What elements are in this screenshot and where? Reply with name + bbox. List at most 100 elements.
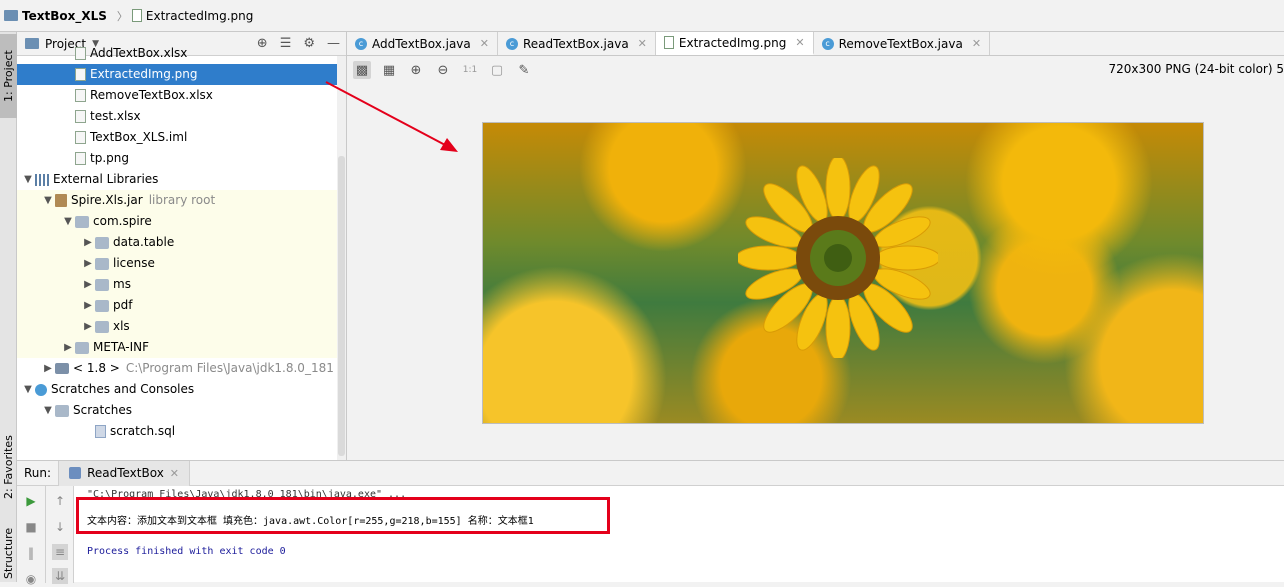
project-scrollbar[interactable]: [337, 56, 346, 460]
stop-icon[interactable]: ■: [23, 519, 39, 535]
project-tree: AddTextBox.xlsx ExtractedImg.png RemoveTex…: [17, 43, 346, 442]
close-icon[interactable]: ✕: [170, 467, 179, 480]
fit-zoom-icon[interactable]: ▢: [488, 61, 506, 79]
tree-item-label: < 1.8 >: [73, 361, 120, 375]
chevron-right-icon[interactable]: ▶: [61, 337, 75, 358]
tree-item[interactable]: TextBox_XLS.iml: [17, 127, 346, 148]
tree-item[interactable]: test.xlsx: [17, 106, 346, 127]
color-picker-icon[interactable]: ✎: [515, 61, 533, 79]
tab-structure-tool[interactable]: Structure: [0, 524, 17, 582]
chevron-right-icon[interactable]: ▶: [81, 253, 95, 274]
tree-item[interactable]: ▶ pdf: [17, 295, 346, 316]
tree-item[interactable]: ▶ < 1.8 > C:\Program Files\Java\jdk1.8.0_1…: [17, 358, 346, 379]
close-icon[interactable]: ✕: [972, 37, 981, 50]
file-icon: [75, 47, 86, 60]
pkg-icon: [75, 215, 89, 228]
pkg-icon: [75, 341, 89, 354]
zoom-in-icon[interactable]: ⊕: [407, 61, 425, 79]
close-icon[interactable]: ✕: [638, 37, 647, 50]
editor-tab-label: ExtractedImg.png: [678, 35, 787, 50]
camera-icon[interactable]: ◉: [23, 571, 39, 587]
tab-project-tool-label: 1: Project: [2, 50, 15, 102]
tree-item[interactable]: ▶ META-INF: [17, 337, 346, 358]
jdk-icon: [55, 363, 69, 374]
chevron-down-icon[interactable]: ▼: [41, 190, 55, 211]
tree-item-label: tp.png: [90, 151, 129, 165]
pause-icon[interactable]: ‖: [23, 545, 39, 561]
zoom-out-icon[interactable]: ⊖: [434, 61, 452, 79]
chevron-right-icon[interactable]: ▶: [81, 316, 95, 337]
actual-size-button[interactable]: 1:1: [461, 61, 479, 79]
tree-item[interactable]: scratch.sql: [17, 421, 346, 442]
editor-tab-label: ReadTextBox.java: [522, 36, 629, 51]
chevron-down-icon[interactable]: ▼: [41, 400, 55, 421]
tree-item[interactable]: ▶ ms: [17, 274, 346, 295]
scrollbar-thumb[interactable]: [338, 156, 345, 456]
tree-item[interactable]: ▼ Spire.Xls.jar library root: [17, 190, 346, 211]
chessboard-icon[interactable]: ▩: [353, 61, 371, 79]
java-class-icon: c: [821, 37, 834, 50]
tree-item-label: External Libraries: [53, 172, 159, 186]
sunflower-graphic: [738, 158, 938, 358]
tree-item[interactable]: AddTextBox.xlsx: [17, 43, 346, 64]
tab-favorites-tool[interactable]: 2: Favorites: [0, 428, 17, 506]
tree-item-label: license: [113, 256, 155, 270]
breadcrumb-project[interactable]: TextBox_XLS: [4, 9, 107, 23]
tree-item[interactable]: ExtractedImg.png: [17, 64, 346, 85]
grid-icon[interactable]: ▦: [380, 61, 398, 79]
tree-item[interactable]: ▼ Scratches and Consoles: [17, 379, 346, 400]
folder-icon: [4, 10, 18, 21]
tree-item[interactable]: ▶ xls: [17, 316, 346, 337]
tree-item[interactable]: RemoveTextBox.xlsx: [17, 85, 346, 106]
tree-item-label: AddTextBox.xlsx: [90, 46, 188, 60]
tree-item[interactable]: ▼ com.spire: [17, 211, 346, 232]
tree-item[interactable]: ▼ External Libraries: [17, 169, 346, 190]
tree-item[interactable]: tp.png: [17, 148, 346, 169]
chevron-right-icon[interactable]: ▶: [81, 295, 95, 316]
down-arrow-icon[interactable]: ↓: [52, 519, 68, 535]
editor-tab[interactable]: c RemoveTextBox.java ✕: [814, 32, 991, 55]
console-result-line: 文本内容：添加文本到文本框 填充色：java.awt.Color[r=255,g…: [87, 516, 534, 527]
chevron-right-icon[interactable]: ▶: [81, 232, 95, 253]
chevron-down-icon[interactable]: ▼: [61, 211, 75, 232]
tree-item-label: com.spire: [93, 214, 152, 228]
tree-item[interactable]: ▼ Scratches: [17, 400, 346, 421]
tree-item-label: data.table: [113, 235, 175, 249]
soft-wrap-icon[interactable]: ≡: [52, 544, 68, 560]
file-icon: [75, 152, 86, 165]
chevron-right-icon[interactable]: ▶: [41, 358, 55, 379]
project-panel: Project ▼ ⊕ ☰ ⚙ — AddTextBox.xlsx Extract…: [17, 32, 347, 460]
close-icon[interactable]: ✕: [480, 37, 489, 50]
breadcrumb-separator: 〉: [116, 9, 128, 23]
chevron-down-icon[interactable]: ▼: [21, 169, 35, 190]
jar-icon: [55, 194, 67, 207]
tab-project-tool[interactable]: 1: Project: [0, 34, 17, 118]
tree-item-label: ms: [113, 277, 131, 291]
file-icon: [75, 68, 86, 81]
editor-tab[interactable]: c ReadTextBox.java ✕: [498, 32, 656, 55]
run-tab-label: ReadTextBox: [87, 466, 164, 480]
breadcrumb-file[interactable]: ExtractedImg.png: [131, 8, 254, 23]
breadcrumb-file-label: ExtractedImg.png: [145, 8, 254, 23]
console-exit-line: Process finished with exit code 0: [87, 546, 286, 557]
tree-item-label: TextBox_XLS.iml: [90, 130, 188, 144]
tree-item[interactable]: ▶ data.table: [17, 232, 346, 253]
close-icon[interactable]: ✕: [795, 36, 804, 49]
tree-item-label: META-INF: [93, 340, 150, 354]
play-icon[interactable]: ▶: [23, 493, 39, 509]
run-label: Run:: [24, 466, 52, 480]
run-panel: Run: ReadTextBox ✕ ▶ ■ ‖ ◉ ↑ ↓ ≡ ⇊ "C:\P…: [17, 460, 1284, 586]
run-tab-readtextbox[interactable]: ReadTextBox ✕: [58, 460, 191, 486]
editor-tab[interactable]: ExtractedImg.png ✕: [655, 32, 814, 55]
java-class-icon: c: [505, 37, 518, 50]
chevron-right-icon[interactable]: ▶: [81, 274, 95, 295]
pkg-icon: [95, 320, 109, 333]
chevron-down-icon[interactable]: ▼: [21, 379, 35, 400]
image-file-icon: [131, 9, 142, 22]
image-toolbar: ▩ ▦ ⊕ ⊖ 1:1 ▢ ✎ 720x300 PNG (24-bit colo…: [347, 56, 1284, 84]
up-arrow-icon[interactable]: ↑: [52, 493, 68, 509]
editor-tab[interactable]: c AddTextBox.java ✕: [347, 32, 498, 55]
console-command-line: "C:\Program Files\Java\jdk1.8.0_181\bin\…: [87, 489, 407, 500]
tab-structure-tool-label: Structure: [2, 527, 15, 579]
tree-item[interactable]: ▶ license: [17, 253, 346, 274]
